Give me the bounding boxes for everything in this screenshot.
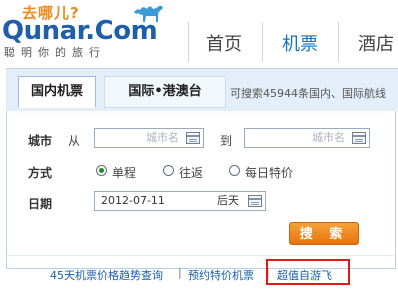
- date-hint: 后天: [217, 194, 239, 207]
- nav-hotels[interactable]: 酒店: [358, 30, 394, 56]
- tab-international-flights[interactable]: 国际•港澳台: [104, 76, 226, 108]
- to-city-input[interactable]: 城市名: [244, 128, 370, 148]
- from-label: 从: [68, 134, 81, 148]
- nav-divider: [262, 22, 263, 62]
- daily-deals-radio[interactable]: [229, 165, 240, 176]
- to-city-placeholder: 城市名: [312, 131, 345, 144]
- footer-separator: |: [178, 266, 182, 279]
- highlight-box: [266, 259, 350, 285]
- date-label: 日期: [28, 197, 53, 211]
- from-city-placeholder: 城市名: [146, 131, 179, 144]
- footer-divider: [6, 255, 394, 256]
- round-trip-label[interactable]: 往返: [179, 164, 203, 181]
- route-count-note: 可搜索45944条国内、国际航线: [230, 87, 386, 100]
- one-way-label[interactable]: 单程: [112, 164, 136, 181]
- nav-flights[interactable]: 机票: [282, 30, 318, 56]
- price-trend-link[interactable]: 45天机票价格趋势查询: [50, 267, 163, 283]
- date-value: 2012-07-11: [101, 194, 165, 207]
- city-label: 城市: [28, 134, 53, 148]
- from-city-input[interactable]: 城市名: [94, 128, 204, 148]
- nav-divider: [188, 22, 189, 62]
- search-button[interactable]: 搜 索: [289, 222, 359, 245]
- calendar-icon[interactable]: [352, 132, 366, 144]
- book-discount-link[interactable]: 预约特价机票: [188, 267, 254, 283]
- nav-divider: [338, 22, 339, 62]
- round-trip-radio[interactable]: [163, 165, 174, 176]
- tab-domestic-flights[interactable]: 国内机票: [18, 76, 96, 108]
- calendar-icon[interactable]: [186, 132, 200, 144]
- logo-tagline: 聪明你的旅行: [4, 46, 106, 59]
- date-input[interactable]: 2012-07-11 后天: [94, 191, 266, 211]
- calendar-icon[interactable]: [248, 195, 262, 207]
- trip-type-label: 方式: [28, 166, 53, 180]
- logo[interactable]: Qunar.Com: [2, 16, 158, 46]
- one-way-radio[interactable]: [96, 165, 107, 176]
- nav-home[interactable]: 首页: [206, 30, 242, 56]
- to-label: 到: [220, 134, 233, 148]
- daily-deals-label[interactable]: 每日特价: [245, 164, 293, 181]
